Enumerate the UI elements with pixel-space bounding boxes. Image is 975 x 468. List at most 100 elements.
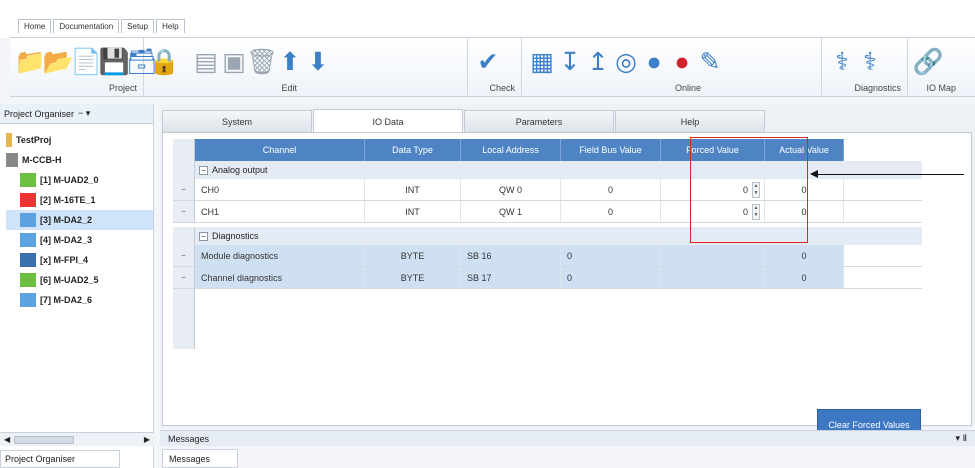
tab-system[interactable]: System bbox=[162, 110, 312, 132]
stethoscope-alt-icon[interactable]: ⚕ bbox=[856, 46, 884, 78]
col-channel[interactable]: Channel bbox=[195, 139, 365, 161]
insert-module-icon[interactable]: ▣ bbox=[220, 46, 248, 78]
row-indicator bbox=[173, 227, 195, 245]
io-data-content: Channel Data Type Local Address Field Bu… bbox=[162, 132, 972, 441]
tree-node-module[interactable]: [7] M-DA2_6 bbox=[6, 290, 153, 310]
cell-channel: CH1 bbox=[195, 201, 365, 222]
forced-value-stepper[interactable]: 0 ▲ ▼ bbox=[661, 201, 765, 222]
row-selector-icon[interactable]: − bbox=[173, 201, 195, 222]
menu-tab-home[interactable]: Home bbox=[18, 19, 52, 33]
tab-parameters[interactable]: Parameters bbox=[464, 110, 614, 132]
add-module-icon[interactable]: ▤ bbox=[192, 46, 220, 78]
cell-field-bus-value: 0 bbox=[561, 245, 661, 266]
project-tree: TestProj M-CCB-H [1] M-UAD2_0 [2] M-16TE… bbox=[0, 124, 153, 310]
open-project-icon[interactable]: 📂 bbox=[42, 46, 73, 78]
forced-value-input[interactable]: 0 bbox=[743, 207, 748, 217]
tree-node-module[interactable]: [x] M-FPI_4 bbox=[6, 250, 153, 270]
stethoscope-icon[interactable]: ⚕ bbox=[828, 46, 856, 78]
tree-node-label: [7] M-DA2_6 bbox=[40, 295, 93, 305]
save-icon[interactable]: 💾 bbox=[98, 46, 129, 78]
table-row[interactable]: − Module diagnostics BYTE SB 16 0 0 bbox=[173, 245, 922, 267]
ribbon-group-online: ▦ ↧ ↥ ◎ ● ● ✎ Online bbox=[522, 38, 822, 96]
tab-help[interactable]: Help bbox=[615, 110, 765, 132]
cell-data-type: BYTE bbox=[365, 245, 461, 266]
forced-value-stepper[interactable]: 0 ▲ ▼ bbox=[661, 179, 765, 200]
group-label: Analog output bbox=[212, 165, 268, 175]
spin-buttons-icon[interactable]: ▲ ▼ bbox=[752, 203, 760, 220]
col-field-bus-value[interactable]: Field Bus Value bbox=[561, 139, 661, 161]
upload-icon[interactable]: ↥ bbox=[584, 46, 612, 78]
download-icon[interactable]: ↧ bbox=[556, 46, 584, 78]
group-row-diagnostics[interactable]: − Diagnostics bbox=[173, 227, 922, 245]
move-down-icon[interactable]: ⬇ bbox=[304, 46, 332, 78]
collapse-icon[interactable]: − bbox=[199, 231, 208, 241]
lock-icon[interactable]: 🔒 bbox=[148, 46, 179, 78]
ribbon-group-check: ✔ Check bbox=[468, 38, 522, 96]
cell-actual-value: 0 bbox=[765, 201, 844, 222]
panel-pin-icon[interactable]: − ▾ bbox=[78, 108, 90, 119]
panel-title: Project Organiser bbox=[4, 108, 75, 119]
disconnect-icon[interactable]: ▦ bbox=[528, 46, 556, 78]
ribbon-group-diagnostics: ⚕ ⚕ Diagnostics bbox=[822, 38, 908, 96]
menu-tab-setup[interactable]: Setup bbox=[121, 19, 155, 33]
tree-node-label: TestProj bbox=[16, 135, 52, 145]
scroll-right-icon[interactable]: ▶ bbox=[144, 435, 150, 444]
edit-icon[interactable]: ✎ bbox=[696, 46, 724, 78]
new-project-icon[interactable]: 📁 bbox=[14, 46, 45, 78]
scroll-left-icon[interactable]: ◀ bbox=[4, 435, 10, 444]
import-icon[interactable]: 📄 bbox=[70, 46, 101, 78]
col-local-address[interactable]: Local Address bbox=[461, 139, 561, 161]
cell-actual-value: 0 bbox=[765, 179, 844, 200]
table-row[interactable]: − Channel diagnostics BYTE SB 17 0 0 bbox=[173, 267, 922, 289]
menu-tab-help[interactable]: Help bbox=[156, 19, 185, 33]
tree-node-module[interactable]: [1] M-UAD2_0 bbox=[6, 170, 153, 190]
col-actual-value[interactable]: Actual Value bbox=[765, 139, 844, 161]
table-row[interactable]: − CH1 INT QW 1 0 0 ▲ ▼ 0 bbox=[173, 201, 922, 223]
row-selector-icon[interactable]: − bbox=[173, 245, 195, 266]
tree-node-module[interactable]: [2] M-16TE_1 bbox=[6, 190, 153, 210]
scroll-thumb[interactable] bbox=[14, 436, 74, 444]
tab-project-organiser[interactable]: Project Organiser bbox=[0, 450, 120, 468]
col-data-type[interactable]: Data Type bbox=[365, 139, 461, 161]
collapse-icon[interactable]: − bbox=[199, 165, 208, 175]
cell-data-type: INT bbox=[365, 201, 461, 222]
menu-tab-documentation[interactable]: Documentation bbox=[53, 19, 120, 33]
scan-icon[interactable]: ◎ bbox=[612, 46, 640, 78]
delete-icon[interactable]: 🗑 bbox=[246, 46, 278, 78]
ribbon-group-edit: 🔒 ▤ ▣ 🗑 ⬆ ⬇ Edit bbox=[144, 38, 468, 96]
check-icon[interactable]: ✔ bbox=[474, 46, 502, 78]
module-icon bbox=[20, 233, 36, 247]
spin-buttons-icon[interactable]: ▲ ▼ bbox=[752, 181, 760, 198]
tree-node-module[interactable]: [6] M-UAD2_5 bbox=[6, 270, 153, 290]
ribbon-group-label: Online bbox=[674, 83, 701, 93]
table-row[interactable]: − CH0 INT QW 0 0 0 ▲ ▼ 0 bbox=[173, 179, 922, 201]
tab-io-data[interactable]: IO Data bbox=[313, 109, 463, 133]
pin-icon[interactable]: ● bbox=[668, 46, 696, 78]
tree-node-label: [x] M-FPI_4 bbox=[40, 255, 89, 265]
menu-bar: Home Documentation Setup Help bbox=[0, 0, 975, 38]
row-selector-icon[interactable]: − bbox=[173, 179, 195, 200]
col-forced-value[interactable]: Forced Value bbox=[661, 139, 765, 161]
tree-node-project[interactable]: TestProj bbox=[6, 130, 153, 150]
tree-node-controller[interactable]: M-CCB-H bbox=[6, 150, 153, 170]
tab-messages[interactable]: Messages bbox=[162, 449, 238, 468]
move-up-icon[interactable]: ⬆ bbox=[276, 46, 304, 78]
tree-node-label: [4] M-DA2_3 bbox=[40, 235, 93, 245]
forced-value-input[interactable]: 0 bbox=[743, 185, 748, 195]
row-selector-icon[interactable]: − bbox=[173, 267, 195, 288]
tree-node-module-selected[interactable]: [3] M-DA2_2 bbox=[6, 210, 153, 230]
module-icon bbox=[20, 173, 36, 187]
globe-icon[interactable]: ● bbox=[640, 46, 668, 78]
tree-node-module[interactable]: [4] M-DA2_3 bbox=[6, 230, 153, 250]
ribbon-group-label: IO Map bbox=[926, 83, 956, 93]
annotation-arrow-icon bbox=[810, 170, 818, 178]
messages-pin-icon[interactable]: ▾ Ⅱ bbox=[956, 433, 967, 444]
horizontal-scrollbar[interactable]: ◀ ▶ bbox=[0, 432, 154, 446]
editor-tabs: System IO Data Parameters Help bbox=[162, 109, 972, 133]
grid-empty-area bbox=[173, 289, 922, 349]
cell-forced-value bbox=[661, 267, 765, 288]
link-icon[interactable]: 🔗 bbox=[912, 46, 943, 78]
grid-header: Channel Data Type Local Address Field Bu… bbox=[173, 139, 922, 161]
app-window: Home Documentation Setup Help 📁 📂 📄 💾 🗃 … bbox=[0, 0, 975, 468]
ribbon-group-label: Edit bbox=[281, 83, 297, 93]
